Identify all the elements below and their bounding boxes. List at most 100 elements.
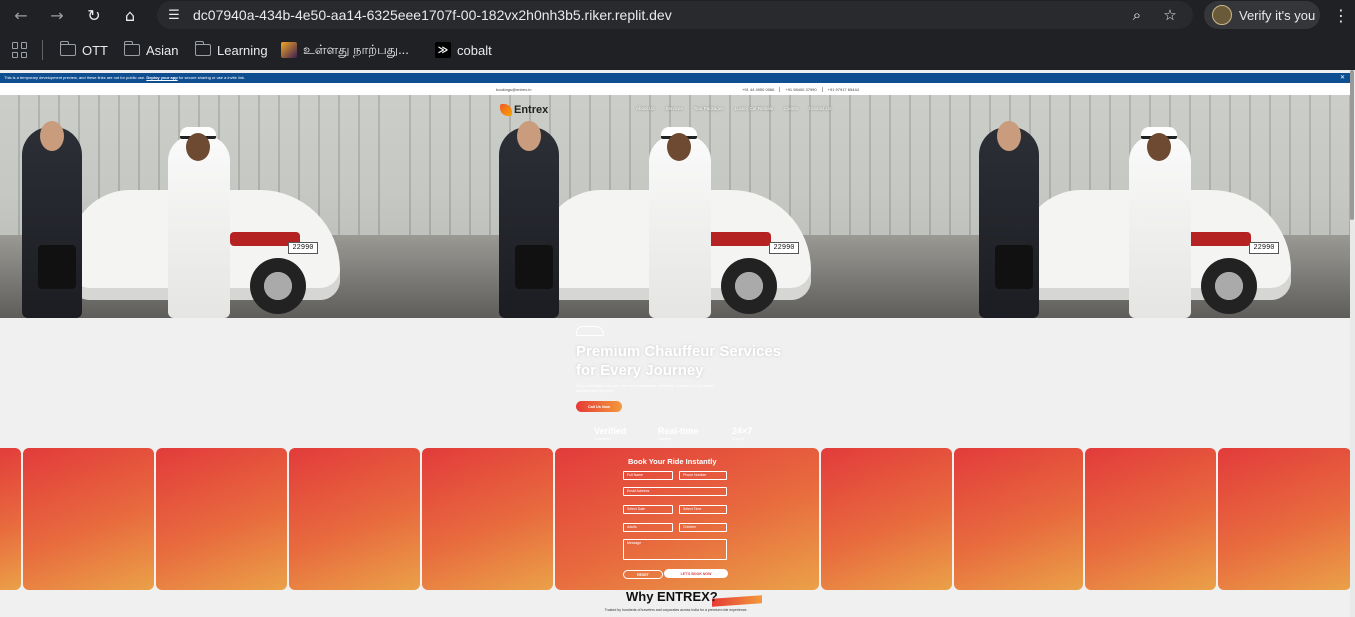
stat-label: Support	[732, 437, 745, 441]
scrollbar[interactable]	[1350, 70, 1355, 617]
stat-value: 24×7	[732, 426, 753, 436]
call-us-button[interactable]: Call Us Now	[576, 401, 622, 412]
dev-banner-text: This is a temporary development preview,…	[4, 75, 146, 80]
hero-subtitle: Enjoy comfortable and safe rides with pr…	[576, 384, 715, 393]
hero-image: 22990	[391, 95, 871, 318]
cobalt-favicon-icon: ≫	[435, 42, 451, 58]
children-select[interactable]: Children	[679, 523, 727, 532]
bookmark-cobalt[interactable]: ≫ cobalt	[435, 40, 492, 60]
nav-contact-us[interactable]: Contact Us	[809, 106, 831, 111]
contact-email[interactable]: bookings@entrex.in	[496, 87, 531, 92]
dev-preview-banner: This is a temporary development preview,…	[0, 73, 1351, 83]
bookmarks-divider	[42, 40, 43, 60]
stat-value: Real-time	[658, 426, 699, 436]
band-panel	[23, 448, 154, 590]
bookmark-learning[interactable]: Learning	[194, 40, 268, 60]
hero-image: 22990	[0, 95, 391, 318]
browser-menu-icon[interactable]: ⋮	[1333, 4, 1349, 26]
contact-strip: bookings@entrex.in +91 44 4950 0066 +91 …	[0, 83, 1351, 95]
profile-chip[interactable]: Verify it's you	[1204, 1, 1320, 29]
stat-verified: Verified Chauffeurs	[594, 426, 627, 441]
avatar	[1212, 5, 1232, 25]
band-panel	[821, 448, 952, 590]
deploy-link[interactable]: Deploy your app	[146, 75, 177, 80]
car-icon	[576, 326, 604, 336]
nav-services[interactable]: Services	[666, 106, 683, 111]
band-panel	[156, 448, 287, 590]
phone-1[interactable]: +91 44 4950 0066	[742, 87, 774, 92]
hero-banner: 22990 22990 22990	[0, 95, 1351, 318]
contact-phones: +91 44 4950 0066 +91 98400 37990 +91 979…	[742, 87, 859, 92]
bookmarks-bar: OTT Asian Learning உள்ளது நாற்பது... ≫ c…	[0, 30, 1355, 70]
why-subtitle: Trusted by hundreds of travelers and cor…	[604, 608, 748, 612]
bookmark-label: உள்ளது நாற்பது...	[303, 41, 409, 57]
site-logo[interactable]: Entrex	[500, 102, 548, 118]
bookmark-label: OTT	[82, 42, 108, 58]
nav-clients[interactable]: Clients	[784, 106, 798, 111]
address-bar[interactable]: ☰ dc07940a-434b-4e50-aa14-6325eee1707f-0…	[157, 1, 1193, 29]
image-favicon-icon	[281, 42, 297, 58]
date-field[interactable]: Select Date	[623, 505, 673, 514]
why-title: Why ENTREX?	[626, 589, 718, 604]
hero-content: Premium Chauffeur Services for Every Jou…	[0, 318, 1351, 448]
home-button[interactable]: ⌂	[119, 4, 141, 26]
booking-section: Book Your Ride Instantly Full Name Phone…	[0, 448, 1351, 590]
logo-mark-icon	[500, 104, 512, 116]
folder-icon	[123, 41, 140, 56]
phone-3[interactable]: +91 97917 65444	[821, 87, 859, 92]
bookmark-star-icon[interactable]: ☆	[1160, 5, 1180, 25]
license-plate: 22990	[288, 242, 318, 254]
page-viewport[interactable]: This is a temporary development preview,…	[0, 70, 1355, 617]
nav-tour-packages[interactable]: Tour Packages	[694, 106, 724, 111]
profile-label: Verify it's you	[1239, 8, 1316, 23]
close-icon[interactable]: ✕	[1340, 74, 1345, 81]
back-button[interactable]: ←	[10, 4, 32, 26]
license-plate: 22990	[1249, 242, 1279, 254]
title-underline-decoration	[712, 595, 762, 607]
reload-button[interactable]: ↻	[83, 4, 105, 26]
full-name-field[interactable]: Full Name	[623, 471, 673, 480]
license-plate: 22990	[769, 242, 799, 254]
forward-button[interactable]: →	[46, 4, 68, 26]
nav-luxury-car-rentals[interactable]: Luxury Car Rentals	[735, 106, 774, 111]
dev-banner-text-after: for secure sharing or use a invite link.	[178, 75, 246, 80]
site-nav: About Us Services Tour Packages Luxury C…	[636, 106, 831, 111]
phone-2[interactable]: +91 98400 37990	[779, 87, 817, 92]
stat-support: 24×7 Support	[732, 426, 752, 441]
stat-value: Verified	[594, 426, 627, 436]
stat-realtime: Real-time Tracking	[658, 426, 699, 441]
bookmark-label: Asian	[146, 42, 179, 58]
hero-title: Premium Chauffeur Services for Every Jou…	[576, 343, 782, 379]
booking-title: Book Your Ride Instantly	[628, 457, 717, 466]
band-panel	[422, 448, 553, 590]
scrollbar-thumb[interactable]	[1350, 70, 1354, 220]
hero-image: 22990	[871, 95, 1351, 318]
band-panel	[1085, 448, 1216, 590]
reset-button[interactable]: RESET	[623, 570, 663, 579]
band-panel	[0, 448, 21, 590]
folder-icon	[59, 41, 76, 56]
message-field[interactable]: Message	[623, 539, 727, 560]
time-field[interactable]: Select Time	[679, 505, 727, 514]
band-panel	[954, 448, 1083, 590]
bookmark-tamil[interactable]: உள்ளது நாற்பது...	[281, 40, 409, 60]
nav-about-us[interactable]: About Us	[636, 106, 655, 111]
adults-select[interactable]: Adults	[623, 523, 673, 532]
phone-field[interactable]: Phone Number	[679, 471, 727, 480]
zoom-icon[interactable]: ⌕	[1127, 5, 1147, 25]
book-now-button[interactable]: LET'S BOOK NOW	[664, 569, 728, 578]
folder-icon	[194, 41, 211, 56]
site-info-icon[interactable]: ☰	[165, 6, 183, 24]
email-field[interactable]: Email Address	[623, 487, 727, 496]
apps-grid-icon[interactable]	[12, 42, 28, 58]
bookmark-label: cobalt	[457, 42, 492, 58]
url-text[interactable]: dc07940a-434b-4e50-aa14-6325eee1707f-00-…	[193, 7, 672, 23]
logo-text: Entrex	[514, 104, 549, 116]
stat-label: Chauffeurs	[594, 437, 612, 441]
band-panel	[1218, 448, 1351, 590]
bookmark-ott[interactable]: OTT	[59, 40, 108, 60]
bookmark-label: Learning	[217, 42, 268, 58]
browser-toolbar: ← → ↻ ⌂ ☰ dc07940a-434b-4e50-aa14-6325ee…	[0, 0, 1355, 30]
stat-label: Tracking	[658, 437, 672, 441]
bookmark-asian[interactable]: Asian	[123, 40, 179, 60]
